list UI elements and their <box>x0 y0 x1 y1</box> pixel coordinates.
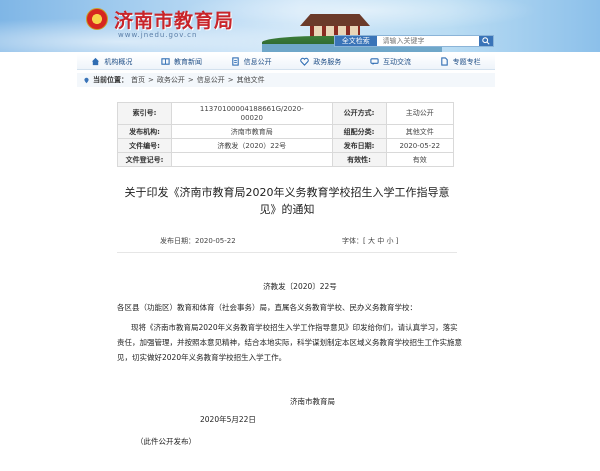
divider <box>117 252 457 253</box>
search-icon <box>482 37 490 45</box>
font-small-button[interactable]: 小 <box>386 237 393 245</box>
breadcrumb-info-open[interactable]: 信息公开 <box>197 75 225 85</box>
location-icon <box>84 77 89 83</box>
index-value-line1: 11370100004188661G/2020- <box>199 104 304 113</box>
title-line-2: 见》的通知 <box>259 203 315 216</box>
nav-item-services[interactable]: 政务服务 <box>300 57 341 67</box>
font-large-button[interactable]: 大 <box>368 237 375 245</box>
search-button[interactable] <box>478 36 493 46</box>
validity-label: 有效性: <box>331 152 387 167</box>
index-value: 11370100004188661G/2020- 00020 <box>171 102 333 125</box>
pavilion-roof <box>300 14 370 26</box>
book-icon <box>161 58 170 65</box>
home-icon <box>92 57 100 66</box>
breadcrumb-prefix: 当前位置： <box>93 76 128 84</box>
date-value: 2020-05-22 <box>385 138 455 153</box>
issuer-value: 济南市教育局 <box>171 124 333 139</box>
site-title[interactable]: 济南市教育局 <box>114 6 234 33</box>
publish-date: 发布日期：2020-05-22 <box>160 236 236 246</box>
issuer-signature: 济南市教育局 <box>290 397 335 406</box>
main-nav: 机构概况 教育新闻 信息公开 政务服务 互动交流 专题专栏 <box>77 54 495 70</box>
signature-date: 2020年5月22日 <box>200 415 256 424</box>
nav-item-about[interactable]: 机构概况 <box>91 57 132 67</box>
breadcrumb-gov-open[interactable]: 政务公开 <box>157 75 185 85</box>
site-domain: www.jnedu.gov.cn <box>118 31 198 39</box>
publish-date-label: 发布日期： <box>160 237 195 245</box>
nav-item-interaction[interactable]: 互动交流 <box>370 57 411 67</box>
chat-icon <box>370 58 379 66</box>
nav-item-news[interactable]: 教育新闻 <box>161 57 202 67</box>
page-title: 关于印发《济南市教育局2020年义务教育学校招生入学工作指导意 见》的通知 <box>117 184 457 218</box>
doc-no-label: 文件编号: <box>117 138 172 153</box>
table-row: 索引号: 11370100004188661G/2020- 00020 公开方式… <box>117 102 455 125</box>
nav-label: 政务服务 <box>313 57 342 66</box>
body-paragraph: 现将《济南市教育局2020年义务教育学校招生入学工作指导意见》印发给你们，请认真… <box>117 323 462 362</box>
title-line-1: 关于印发《济南市教育局2020年义务教育学校招生入学工作指导意 <box>124 186 450 199</box>
document-icon <box>231 57 239 66</box>
search-input[interactable] <box>376 36 479 46</box>
breadcrumb-separator: > <box>227 76 234 84</box>
index-value-line2: 00020 <box>240 113 263 122</box>
search-box: 全文检索 <box>334 35 494 47</box>
table-row: 文件编号: 济教发（2020）22号 发布日期: 2020-05-22 <box>117 138 455 153</box>
breadcrumb-other-files[interactable]: 其他文件 <box>237 75 265 85</box>
reg-value <box>171 152 333 167</box>
category-label: 组配分类: <box>331 124 387 139</box>
issuer-label: 发布机构: <box>117 124 172 139</box>
font-size-label: 字体：[ <box>342 237 366 245</box>
breadcrumb: 当前位置： 首页 > 政务公开 > 信息公开 > 其他文件 <box>77 73 495 87</box>
heart-icon <box>300 57 310 66</box>
search-label[interactable]: 全文检索 <box>335 36 377 46</box>
addressee: 各区县（功能区）教育和体育（社会事务）局，直属各义务教育学校、民办义务教育学校： <box>117 303 417 312</box>
publish-date-value: 2020-05-22 <box>195 237 236 245</box>
font-size-close: ] <box>395 237 399 245</box>
nav-item-info[interactable]: 信息公开 <box>231 57 272 67</box>
validity-value: 有效 <box>385 152 455 167</box>
doc-no-value: 济教发（2020）22号 <box>171 138 333 153</box>
open-mode-value: 主动公开 <box>385 102 455 125</box>
document-number: 济教发〔2020〕22号 <box>263 282 337 291</box>
document-meta-table: 索引号: 11370100004188661G/2020- 00020 公开方式… <box>117 102 455 167</box>
nav-label: 专题专栏 <box>452 57 481 66</box>
nav-label: 互动交流 <box>382 57 411 66</box>
index-label: 索引号: <box>117 102 172 125</box>
open-mode-label: 公开方式: <box>331 102 387 125</box>
nav-label: 信息公开 <box>243 57 272 66</box>
nav-label: 机构概况 <box>104 57 133 66</box>
national-emblem-icon <box>86 8 108 30</box>
file-icon <box>440 57 448 66</box>
date-label: 发布日期: <box>331 138 387 153</box>
nav-item-topics[interactable]: 专题专栏 <box>440 57 481 67</box>
header-banner: 济南市教育局 www.jnedu.gov.cn 全文检索 <box>0 0 600 52</box>
category-value: 其他文件 <box>385 124 455 139</box>
reg-label: 文件登记号: <box>117 152 172 167</box>
publication-note: （此件公开发布） <box>136 437 196 446</box>
font-medium-button[interactable]: 中 <box>377 237 384 245</box>
breadcrumb-home[interactable]: 首页 <box>131 75 145 85</box>
table-row: 发布机构: 济南市教育局 组配分类: 其他文件 <box>117 124 455 139</box>
nav-label: 教育新闻 <box>173 57 202 66</box>
breadcrumb-separator: > <box>187 76 194 84</box>
table-row: 文件登记号: 有效性: 有效 <box>117 152 455 167</box>
font-size-control: 字体：[ 大 中 小 ] <box>342 236 398 246</box>
breadcrumb-separator: > <box>148 76 154 84</box>
